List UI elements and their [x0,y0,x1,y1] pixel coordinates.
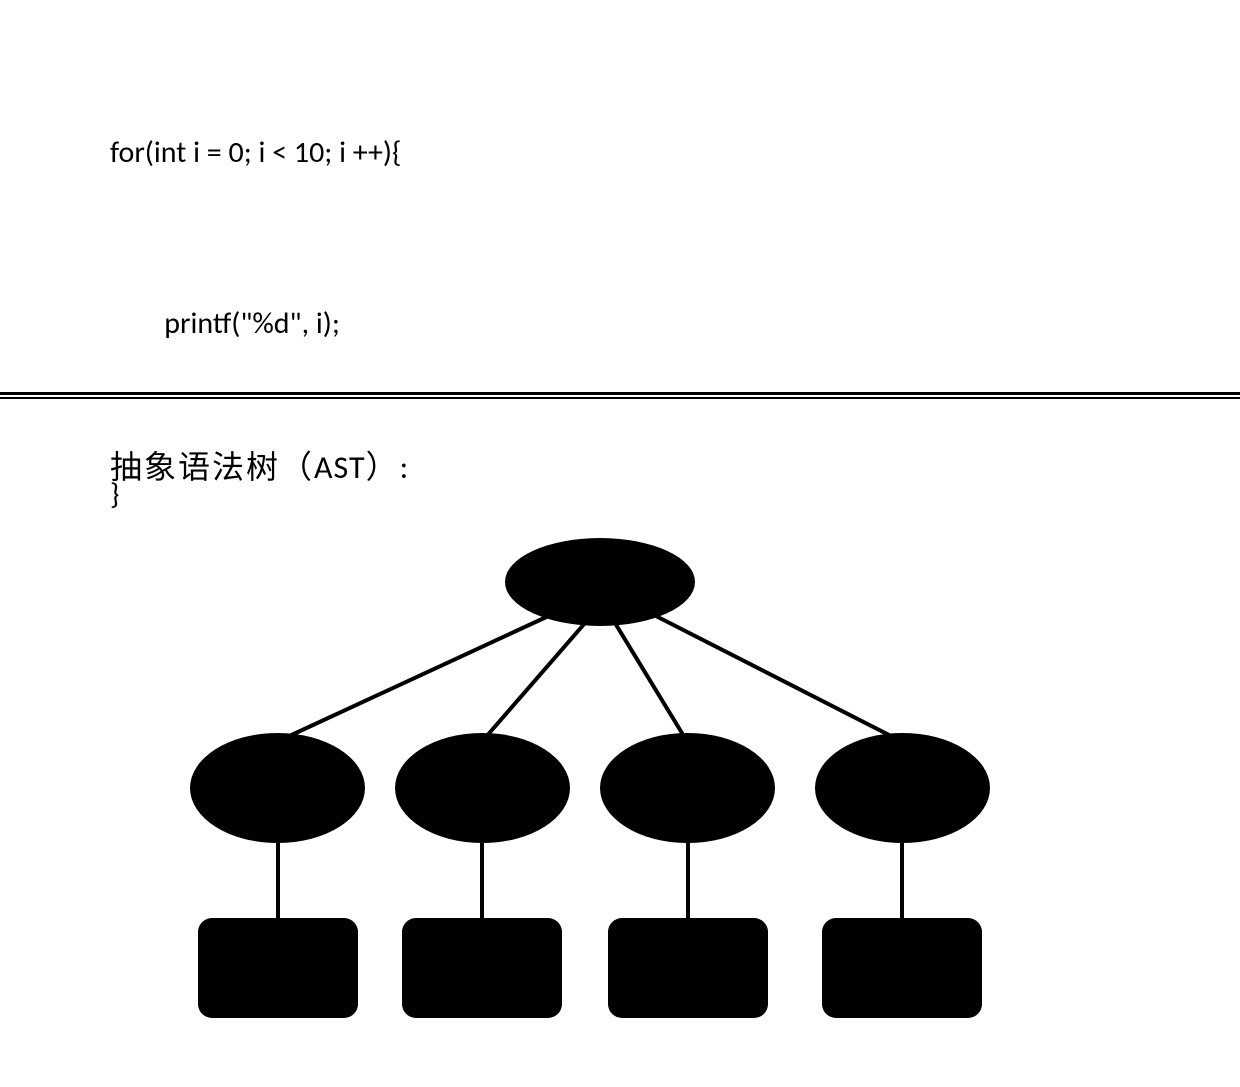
tree-l3-node-1 [198,918,358,1018]
page-root: for(int i = 0; i < 10; i ++){ printf("%d… [0,0,1240,1087]
tree-l2-node-4 [815,733,990,843]
ast-heading-paren-close: ）: [366,448,411,487]
code-line-2: printf("%d", i); [110,295,401,352]
tree-l2-node-1 [190,733,365,843]
tree-root-node [505,538,695,626]
ast-heading-cn: 抽象语法树 [110,448,280,487]
ast-heading-en: AST [314,448,366,487]
tree-l3-node-2 [402,918,562,1018]
tree-l2-node-3 [600,733,775,843]
section-divider [0,392,1240,399]
ast-tree [180,538,1020,1023]
ast-heading: 抽象语法树（AST）: [110,442,410,488]
tree-l2-node-2 [395,733,570,843]
code-line-1: for(int i = 0; i < 10; i ++){ [110,124,401,181]
tree-l3-node-3 [608,918,768,1018]
ast-heading-paren-open: （ [280,448,314,487]
tree-l3-node-4 [822,918,982,1018]
